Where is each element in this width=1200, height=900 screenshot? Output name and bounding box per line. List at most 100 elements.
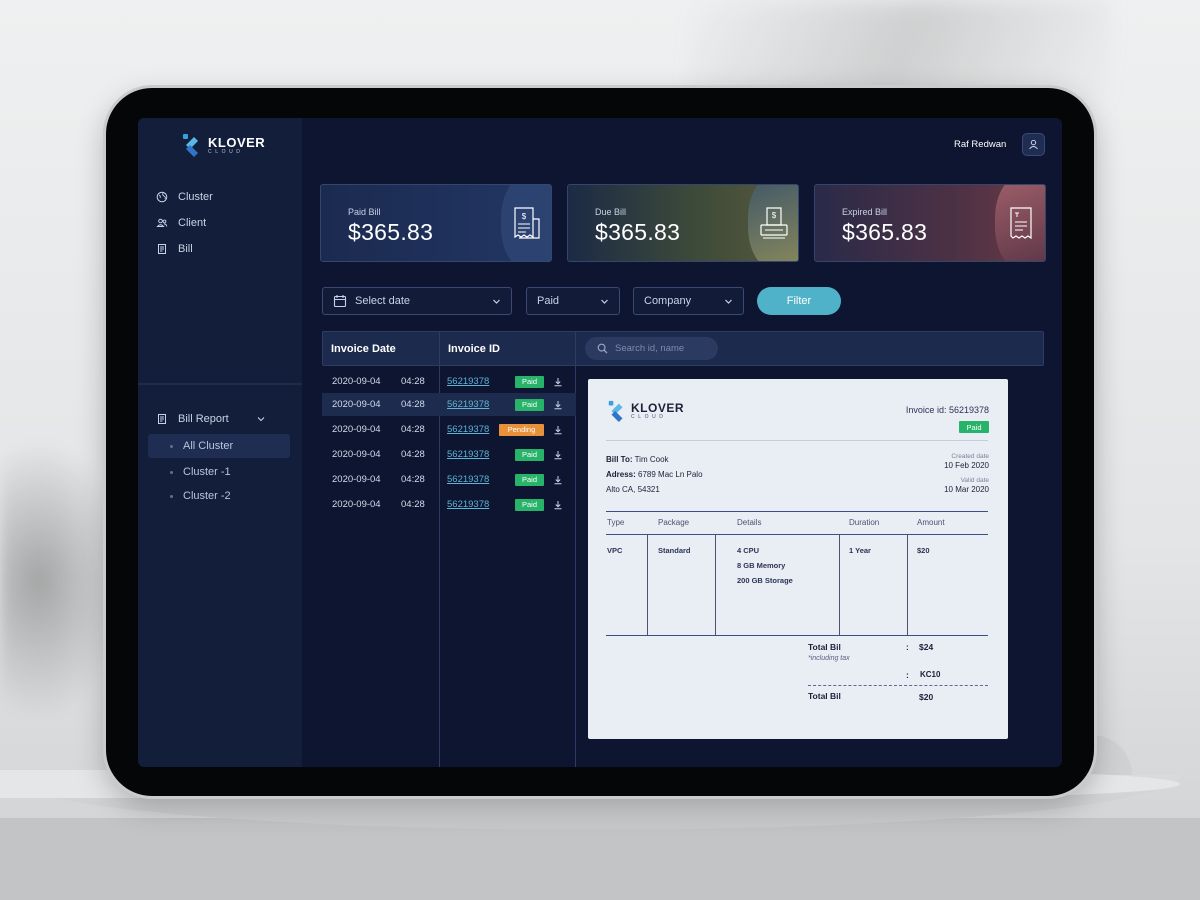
download-icon[interactable] xyxy=(553,425,563,435)
floor xyxy=(0,818,1200,900)
sidebar-item-cluster-2[interactable]: Cluster -2 xyxy=(156,484,296,508)
main-nav: Cluster Client Bill xyxy=(156,184,213,262)
column-divider xyxy=(715,535,716,635)
download-icon[interactable] xyxy=(553,377,563,387)
card-value: $365.83 xyxy=(348,219,434,245)
sidebar-item-cluster[interactable]: Cluster xyxy=(156,184,213,210)
users-icon xyxy=(156,218,168,227)
sidebar-item-all-cluster[interactable]: All Cluster xyxy=(148,434,290,458)
invoice-id-link[interactable]: 56219378 xyxy=(447,499,489,510)
sidebar-item-label: Client xyxy=(178,217,207,229)
detail-storage: 200 GB Storage xyxy=(737,576,793,585)
total-note: *including tax xyxy=(808,655,850,662)
divider xyxy=(606,440,988,441)
chevron-down-icon xyxy=(257,417,265,422)
column-divider xyxy=(839,535,840,635)
table-bottom-rule xyxy=(606,635,988,636)
bullet-icon xyxy=(170,470,173,474)
sidebar-sub-label: Cluster -2 xyxy=(183,490,231,502)
address-line-2: Alto CA, 54321 xyxy=(606,485,660,494)
brand-name: KLOVER xyxy=(631,401,685,415)
date-picker[interactable]: Select date xyxy=(322,287,512,315)
valid-date: 10 Mar 2020 xyxy=(944,485,989,494)
sidebar-item-client[interactable]: Client xyxy=(156,210,213,236)
invoice-time: 04:28 xyxy=(401,399,425,410)
avatar[interactable] xyxy=(1022,133,1045,156)
card-value: $365.83 xyxy=(595,219,681,245)
status-badge: Paid xyxy=(515,498,544,511)
user-name[interactable]: Raf Redwan xyxy=(954,139,1006,150)
table-top-rule xyxy=(606,511,988,512)
chevron-down-icon xyxy=(493,299,500,304)
table-row[interactable]: 2020-09-04 04:28 56219378 Paid xyxy=(322,370,576,393)
status-badge: Paid xyxy=(515,448,544,461)
final-total-amount: $20 xyxy=(919,692,934,702)
download-icon[interactable] xyxy=(553,475,563,485)
card-value: $365.83 xyxy=(842,219,928,245)
item-type: VPC xyxy=(607,546,623,555)
detail-cpu: 4 CPU xyxy=(737,546,760,555)
column-header-invoice-date[interactable]: Invoice Date xyxy=(331,332,396,365)
table-row[interactable]: 2020-09-04 04:28 56219378 Paid xyxy=(322,493,576,516)
card-label: Expired Bill xyxy=(842,207,888,217)
invoice-time: 04:28 xyxy=(401,376,425,387)
status-select[interactable]: Paid xyxy=(526,287,620,315)
invoice-id-link[interactable]: 56219378 xyxy=(447,376,489,387)
invoice-time: 04:28 xyxy=(401,474,425,485)
invoice-time: 04:28 xyxy=(401,424,425,435)
final-total-label: Total Bil xyxy=(808,691,841,701)
table-row[interactable]: 2020-09-04 04:28 56219378 Paid xyxy=(322,468,576,491)
invoice-preview: KLOVER CLOUD Invoice id: 56219378 Paid B… xyxy=(588,379,1008,739)
column-divider xyxy=(907,535,908,635)
expired-bill-card[interactable]: Expired Bill $365.83 xyxy=(814,184,1046,262)
total-amount: $24 xyxy=(919,642,934,652)
invoice-date: 2020-09-04 xyxy=(332,499,381,510)
brand-logo[interactable]: KLOVER CLOUD xyxy=(180,132,265,158)
due-bill-card[interactable]: Due Bill $365.83 $ xyxy=(567,184,799,262)
sidebar-item-bill[interactable]: Bill xyxy=(156,236,213,262)
table-row[interactable]: 2020-09-04 04:28 56219378 Paid xyxy=(322,393,576,416)
table-header-rule xyxy=(606,534,988,535)
search-input[interactable]: Search id, name xyxy=(585,337,718,360)
report-icon xyxy=(158,414,166,424)
sidebar-item-cluster-1[interactable]: Cluster -1 xyxy=(156,460,296,484)
column-header-invoice-id[interactable]: Invoice ID xyxy=(448,332,500,365)
klover-logo-icon xyxy=(608,400,623,422)
download-icon[interactable] xyxy=(553,450,563,460)
dashed-divider xyxy=(808,685,988,686)
filter-button[interactable]: Filter xyxy=(757,287,841,315)
download-icon[interactable] xyxy=(553,400,563,410)
klover-logo-icon xyxy=(183,134,198,157)
invoice-brand-logo: KLOVER CLOUD xyxy=(606,399,684,423)
detail-memory: 8 GB Memory xyxy=(737,561,786,570)
invoice-id-link[interactable]: 56219378 xyxy=(447,399,489,410)
invoice-id-link[interactable]: 56219378 xyxy=(447,449,489,460)
column-divider xyxy=(647,535,648,635)
expired-receipt-icon xyxy=(1010,207,1032,240)
column-details: Details xyxy=(737,518,762,527)
code-colon: : xyxy=(906,670,909,680)
table-row[interactable]: 2020-09-04 04:28 56219378 Pending xyxy=(322,418,576,441)
sidebar: KLOVER CLOUD Cluster Client Bill Bill Re… xyxy=(138,118,302,767)
card-label: Paid Bill xyxy=(348,207,381,217)
bullet-icon xyxy=(170,444,173,448)
invoice-date: 2020-09-04 xyxy=(332,376,381,387)
user-icon xyxy=(1029,139,1038,150)
app-screen: KLOVER CLOUD Cluster Client Bill Bill Re… xyxy=(138,118,1062,767)
bill-report-toggle[interactable]: Bill Report xyxy=(156,408,296,430)
status-select-value: Paid xyxy=(537,295,560,307)
company-select[interactable]: Company xyxy=(633,287,744,315)
address-line-1: 6789 Mac Ln Palo xyxy=(638,470,703,479)
paid-bill-card[interactable]: Paid Bill $365.83 $ xyxy=(320,184,552,262)
download-icon[interactable] xyxy=(553,500,563,510)
search-placeholder: Search id, name xyxy=(615,343,685,354)
invoice-number: Invoice id: 56219378 xyxy=(905,405,989,415)
brand-sub: CLOUD xyxy=(631,414,667,420)
invoice-id-link[interactable]: 56219378 xyxy=(447,474,489,485)
invoice-id-link[interactable]: 56219378 xyxy=(447,424,489,435)
invoice-time: 04:28 xyxy=(401,449,425,460)
table-row[interactable]: 2020-09-04 04:28 56219378 Paid xyxy=(322,443,576,466)
sidebar-item-label: Bill xyxy=(178,243,193,255)
sidebar-sub-label: Cluster -1 xyxy=(183,466,231,478)
chevron-down-icon xyxy=(601,299,608,304)
